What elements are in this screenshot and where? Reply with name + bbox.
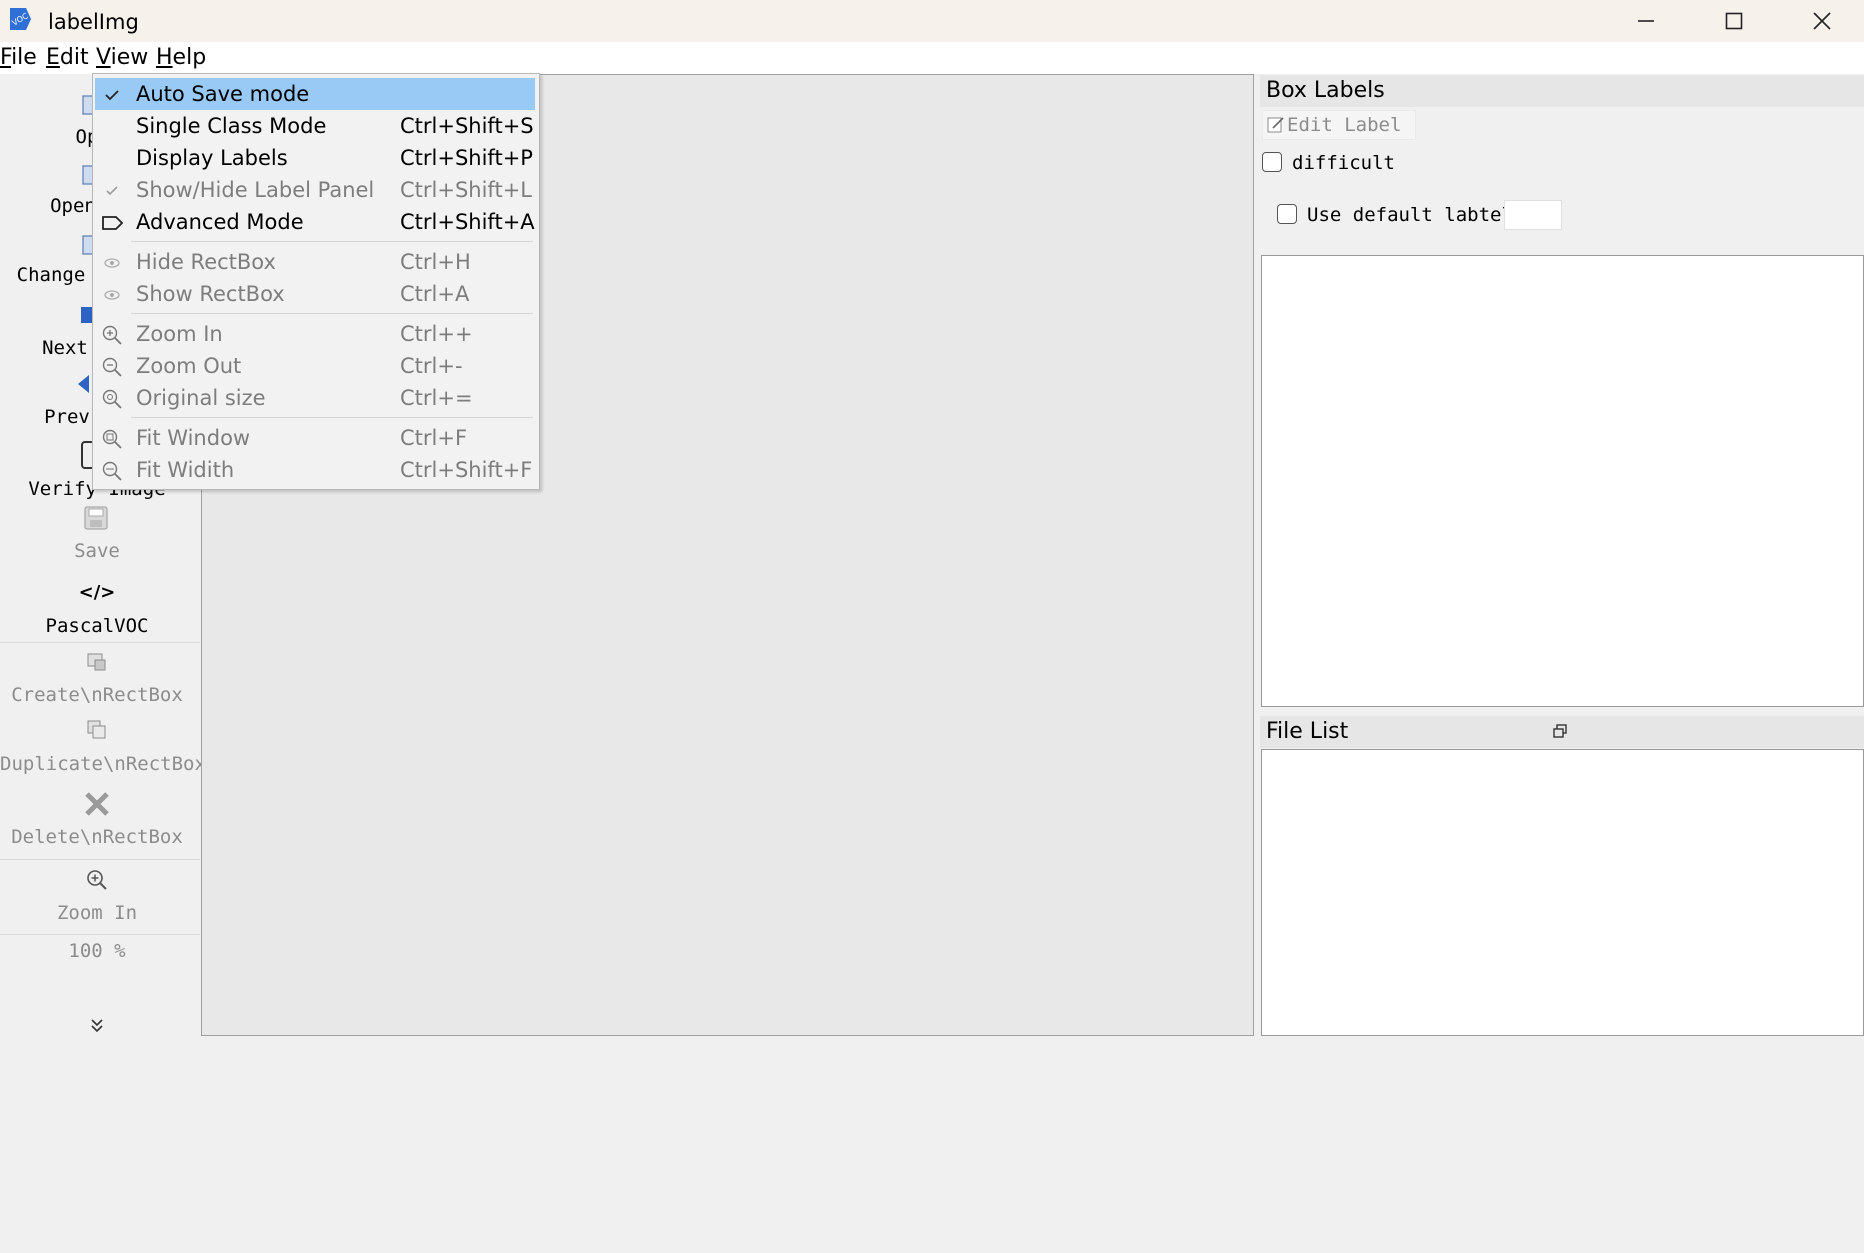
toolbar-format-pascalvoc[interactable]: PascalVOC — [0, 614, 194, 638]
menu-item-shortcut: Ctrl+= — [400, 386, 473, 410]
window-title: labelImg — [48, 10, 139, 34]
menu-item-original-size[interactable]: Original size Ctrl+= — [95, 382, 535, 414]
prev-image-icon — [78, 375, 89, 393]
menu-file[interactable]: File — [0, 45, 37, 71]
toolbar-separator — [0, 642, 200, 643]
eye-icon — [104, 290, 120, 300]
check-icon — [106, 186, 118, 196]
menu-item-label: Display Labels — [136, 146, 288, 170]
title-bar: VOC labelImg — [0, 0, 1864, 42]
toolbar-create-rectbox[interactable]: Create\nRectBox — [0, 683, 194, 707]
menu-item-label: Advanced Mode — [136, 210, 304, 234]
zoom-level-spinbox[interactable]: 100 % — [0, 939, 194, 963]
delete-rectbox-icon — [85, 792, 109, 816]
view-menu-dropdown: Auto Save mode Single Class Mode Ctrl+Sh… — [92, 73, 540, 490]
save-icon — [84, 506, 108, 530]
menu-item-shortcut: Ctrl+Shift+S — [400, 114, 534, 138]
close-button[interactable] — [1778, 0, 1864, 42]
box-labels-title: Box Labels — [1260, 75, 1864, 107]
label-list[interactable] — [1261, 255, 1864, 707]
maximize-icon — [1725, 12, 1743, 30]
menu-item-shortcut: Ctrl+F — [400, 426, 468, 450]
menu-item-label: Auto Save mode — [136, 82, 310, 106]
close-icon — [1813, 12, 1831, 30]
toolbar-separator — [0, 934, 200, 935]
menu-item-label: Zoom Out — [136, 354, 242, 378]
menu-view[interactable]: View — [96, 45, 148, 71]
menu-item-shortcut: Ctrl+- — [400, 354, 463, 378]
create-rectbox-icon — [87, 653, 106, 671]
default-label-input[interactable] — [1504, 200, 1562, 230]
menu-edit[interactable]: Edit — [46, 45, 89, 71]
menu-item-label: Show RectBox — [136, 282, 285, 306]
menu-item-label: Fit Widith — [136, 458, 235, 482]
zoom-original-icon — [102, 389, 122, 409]
toolbar-separator — [0, 859, 200, 860]
menu-item-show-rectbox[interactable]: Show RectBox Ctrl+A — [95, 278, 535, 310]
difficult-label: difficult — [1292, 152, 1395, 174]
menu-item-hide-rectbox[interactable]: Hide RectBox Ctrl+H — [95, 246, 535, 278]
menu-item-label: Zoom In — [136, 322, 223, 346]
menu-bar: File Edit View Help — [0, 42, 1864, 74]
format-icon: </> — [78, 582, 116, 603]
menu-separator — [131, 313, 533, 314]
menu-item-show-hide-label-panel[interactable]: Show/Hide Label Panel Ctrl+Shift+L — [95, 174, 535, 206]
toolbar-zoom-in[interactable]: Zoom In — [0, 901, 194, 925]
edit-icon — [1267, 117, 1284, 133]
menu-item-label: Show/Hide Label Panel — [136, 178, 375, 202]
fit-width-icon — [102, 461, 122, 481]
zoom-in-icon — [87, 870, 107, 890]
float-dock-icon[interactable] — [1553, 724, 1567, 738]
tag-icon — [102, 216, 123, 230]
menu-item-shortcut: Ctrl+Shift+L — [400, 178, 532, 202]
menu-item-shortcut: Ctrl+A — [400, 282, 470, 306]
minimize-button[interactable] — [1602, 0, 1690, 42]
menu-item-shortcut: Ctrl+H — [400, 250, 471, 274]
duplicate-rectbox-icon — [87, 720, 106, 739]
menu-item-zoom-in[interactable]: Zoom In Ctrl++ — [95, 318, 535, 350]
difficult-checkbox[interactable] — [1262, 152, 1282, 172]
menu-item-label: Hide RectBox — [136, 250, 276, 274]
menu-item-advanced-mode[interactable]: Advanced Mode Ctrl+Shift+A — [95, 206, 535, 238]
menu-item-fit-window[interactable]: Fit Window Ctrl+F — [95, 422, 535, 454]
menu-item-shortcut: Ctrl++ — [400, 322, 473, 346]
fit-window-icon — [102, 429, 122, 449]
zoom-out-icon — [102, 357, 122, 377]
zoom-in-icon — [102, 325, 122, 345]
chevron-double-down-icon[interactable] — [90, 1018, 104, 1034]
menu-item-label: Single Class Mode — [136, 114, 327, 138]
status-bar — [0, 1036, 1864, 1253]
eye-icon — [104, 258, 120, 268]
check-icon — [105, 90, 119, 101]
menu-help[interactable]: Help — [156, 45, 206, 71]
toolbar-duplicate-rectbox[interactable]: Duplicate\nRectBox — [0, 752, 206, 776]
menu-item-shortcut: Ctrl+Shift+F — [400, 458, 533, 482]
edit-label-button[interactable]: Edit Label — [1262, 110, 1416, 140]
edit-label-text: Edit Label — [1287, 114, 1402, 136]
labelimg-app-icon: VOC — [10, 8, 31, 30]
menu-item-label: Original size — [136, 386, 266, 410]
menu-separator — [131, 417, 533, 418]
menu-item-zoom-out[interactable]: Zoom Out Ctrl+- — [95, 350, 535, 382]
menu-item-shortcut: Ctrl+Shift+P — [400, 146, 533, 170]
menu-item-label: Fit Window — [136, 426, 251, 450]
use-default-label-checkbox[interactable] — [1277, 204, 1297, 224]
menu-item-auto-save-mode[interactable]: Auto Save mode — [95, 78, 535, 110]
maximize-button[interactable] — [1690, 0, 1778, 42]
menu-item-fit-width[interactable]: Fit Widith Ctrl+Shift+F — [95, 454, 535, 486]
menu-item-single-class-mode[interactable]: Single Class Mode Ctrl+Shift+S — [95, 110, 535, 142]
file-list[interactable] — [1261, 749, 1864, 1036]
toolbar-save[interactable]: Save — [0, 539, 194, 563]
menu-separator — [131, 241, 533, 242]
minimize-icon — [1638, 20, 1654, 22]
menu-item-display-labels[interactable]: Display Labels Ctrl+Shift+P — [95, 142, 535, 174]
use-default-label-label: Use default labtel — [1307, 204, 1513, 226]
menu-item-shortcut: Ctrl+Shift+A — [400, 210, 535, 234]
toolbar-delete-rectbox[interactable]: Delete\nRectBox — [0, 825, 194, 849]
